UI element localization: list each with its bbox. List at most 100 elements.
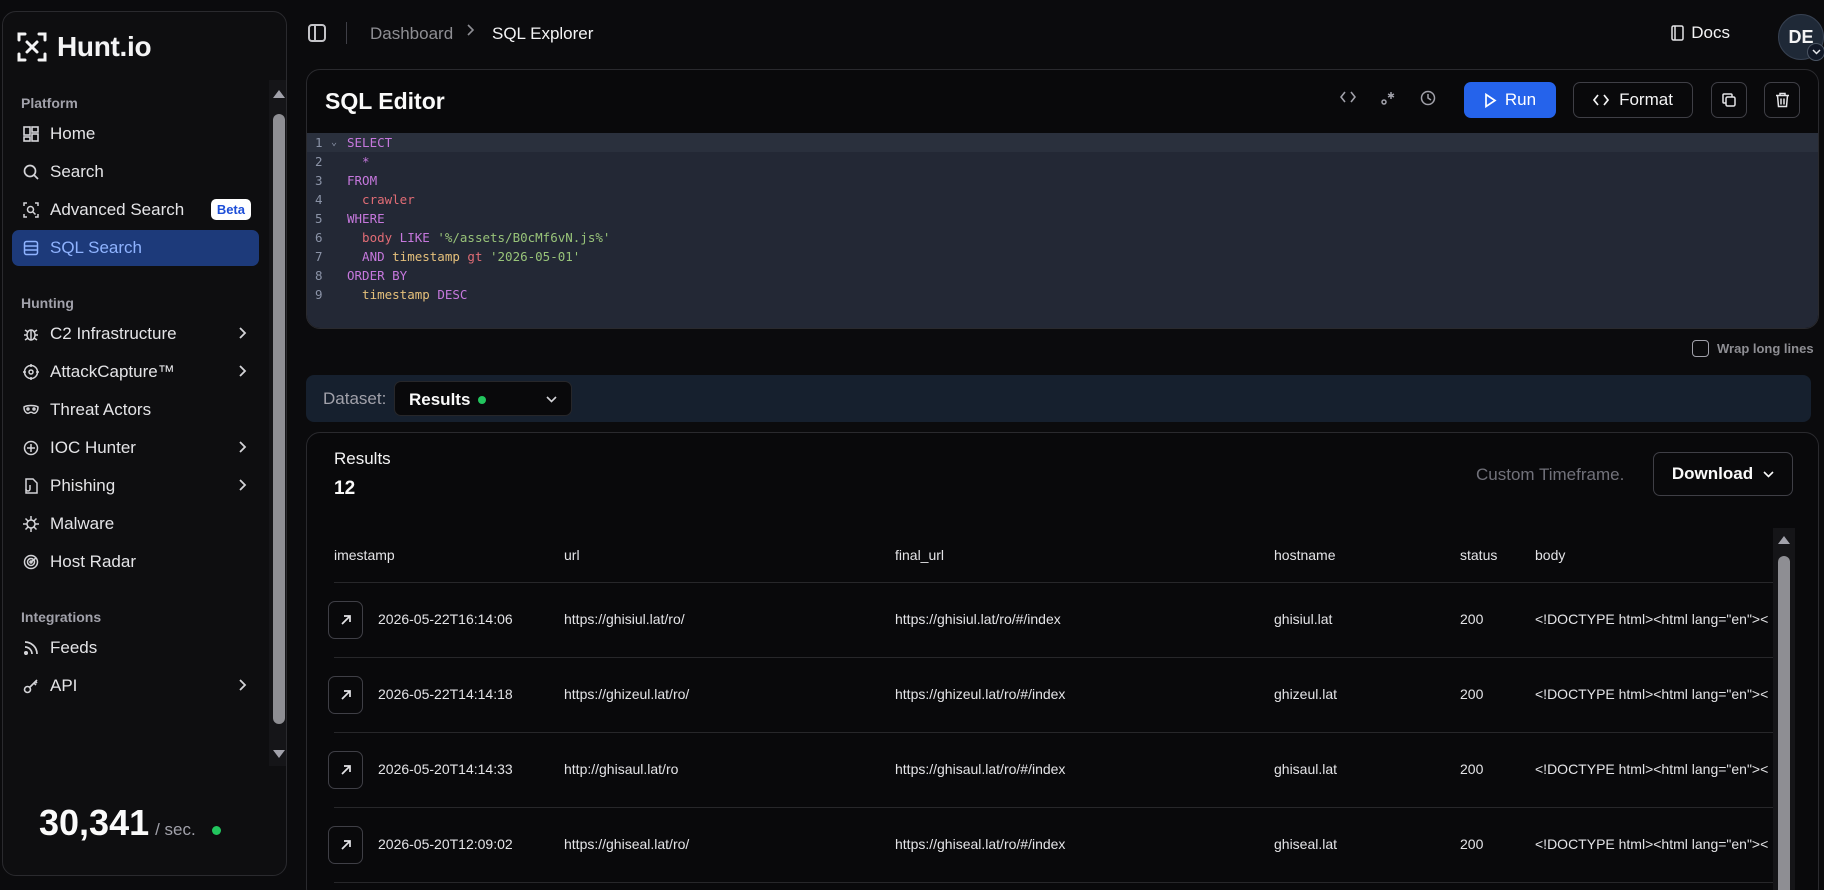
code-line[interactable]: 7 AND timestamp gt '2026-05-01' bbox=[307, 247, 1818, 266]
avatar[interactable]: DE bbox=[1778, 14, 1824, 61]
cell-final-url: https://ghizeul.lat/ro/#/index bbox=[895, 686, 1066, 702]
sidebar-toggle-icon[interactable] bbox=[308, 24, 326, 42]
scroll-up-icon[interactable] bbox=[1778, 536, 1790, 544]
cell-url: https://ghizeul.lat/ro/ bbox=[564, 686, 690, 702]
brand-logo[interactable]: Hunt.io bbox=[15, 30, 152, 64]
cell-final-url: https://ghisaul.lat/ro/#/index bbox=[895, 761, 1066, 777]
results-table: imestamp url final_url hostname status b… bbox=[328, 533, 1774, 883]
brand-name: Hunt.io bbox=[57, 31, 152, 62]
delete-button[interactable] bbox=[1764, 82, 1800, 118]
column-header-url[interactable]: url bbox=[564, 547, 580, 563]
code-line[interactable]: 1 ⌄ SELECT bbox=[307, 133, 1818, 152]
fold-icon[interactable]: ⌄ bbox=[331, 133, 337, 152]
dataset-value: Results bbox=[409, 390, 471, 409]
code-text: SELECT bbox=[347, 133, 392, 152]
sidebar-item-api[interactable]: API bbox=[12, 668, 259, 704]
sidebar-item-host-radar[interactable]: Host Radar bbox=[12, 544, 259, 580]
open-row-button[interactable] bbox=[328, 676, 363, 714]
line-number: 4 bbox=[315, 192, 323, 207]
code-line[interactable]: 9 timestamp DESC bbox=[307, 285, 1818, 304]
sidebar-item-home[interactable]: Home bbox=[12, 116, 259, 152]
sidebar-item-ioc-hunter[interactable]: IOC Hunter bbox=[12, 430, 259, 466]
sidebar-item-threat-actors[interactable]: Threat Actors bbox=[12, 392, 259, 428]
table-row[interactable]: 2026-05-20T14:14:33 http://ghisaul.lat/ro… bbox=[328, 733, 1774, 808]
code-text: WHERE bbox=[347, 209, 385, 228]
cell-body: <!DOCTYPE html><html lang="en">< bbox=[1535, 836, 1769, 852]
sidebar-item-c2-infrastructure[interactable]: C2 Infrastructure bbox=[12, 316, 259, 352]
section-title-hunting: Hunting bbox=[21, 295, 74, 311]
open-row-button[interactable] bbox=[328, 751, 363, 789]
sidebar-item-phishing[interactable]: Phishing bbox=[12, 468, 259, 504]
line-number: 2 bbox=[315, 154, 323, 169]
sql-code-editor[interactable]: 1 ⌄ SELECT 2 * 3 FROM 4 crawler 5 WHERE 6 body LI… bbox=[307, 133, 1818, 328]
history-icon[interactable] bbox=[1417, 90, 1439, 110]
wrap-label: Wrap long lines bbox=[1717, 341, 1814, 356]
column-header-hostname[interactable]: hostname bbox=[1274, 547, 1335, 563]
chevron-down-icon bbox=[1807, 43, 1824, 61]
docs-label: Docs bbox=[1691, 23, 1730, 42]
scroll-down-icon[interactable] bbox=[273, 750, 285, 758]
table-row[interactable]: 2026-05-22T14:14:18 https://ghizeul.lat/r… bbox=[328, 658, 1774, 733]
cell-status: 200 bbox=[1460, 686, 1484, 702]
table-row[interactable]: 2026-05-20T12:09:02 https://ghiseal.lat/r… bbox=[328, 808, 1774, 883]
cell-hostname: ghisaul.lat bbox=[1274, 761, 1338, 777]
table-row[interactable]: 2026-05-22T16:14:06 https://ghisiul.lat/r… bbox=[328, 583, 1774, 658]
code-line[interactable]: 4 crawler bbox=[307, 190, 1818, 209]
sidebar-item-attackcapture[interactable]: AttackCapture™ bbox=[12, 354, 259, 390]
sidebar-item-advanced-search[interactable]: Advanced Search Beta bbox=[12, 192, 259, 228]
code-token: '%/assets/B0cMf6vN.js%' bbox=[437, 230, 611, 245]
column-header-body[interactable]: body bbox=[1535, 547, 1565, 563]
scrollbar-thumb[interactable] bbox=[1778, 556, 1790, 890]
code-token: AND bbox=[347, 249, 393, 264]
wrap-long-lines-toggle[interactable]: Wrap long lines bbox=[1692, 340, 1814, 357]
code-text: ORDER BY bbox=[347, 266, 407, 285]
cell-url: http://ghisaul.lat/ro bbox=[564, 761, 679, 777]
column-header-timestamp[interactable]: imestamp bbox=[334, 547, 395, 563]
sidebar-item-search[interactable]: Search bbox=[12, 154, 259, 190]
divider bbox=[346, 22, 347, 44]
code-token: crawler bbox=[347, 192, 415, 207]
cell-hostname: ghisiul.lat bbox=[1274, 611, 1333, 627]
editor-title: SQL Editor bbox=[325, 88, 445, 114]
chevron-down-icon bbox=[1763, 470, 1774, 478]
hunt-logo-icon bbox=[17, 32, 47, 62]
dashboard-icon bbox=[22, 125, 40, 143]
scrollbar-thumb[interactable] bbox=[273, 114, 285, 724]
scan-search-icon bbox=[22, 201, 40, 219]
regex-icon[interactable] bbox=[1377, 90, 1399, 110]
sidebar-item-sql-search[interactable]: SQL Search bbox=[12, 230, 259, 266]
docs-link[interactable]: Docs bbox=[1670, 23, 1730, 43]
breadcrumb-dashboard[interactable]: Dashboard bbox=[370, 24, 453, 44]
code-line[interactable]: 5 WHERE bbox=[307, 209, 1818, 228]
code-line[interactable]: 3 FROM bbox=[307, 171, 1818, 190]
arrow-up-right-icon bbox=[340, 840, 351, 850]
code-line[interactable]: 6 body LIKE '%/assets/B0cMf6vN.js%' bbox=[307, 228, 1818, 247]
scroll-up-icon[interactable] bbox=[273, 90, 285, 98]
wrap-checkbox[interactable] bbox=[1692, 340, 1709, 357]
run-button[interactable]: Run bbox=[1464, 82, 1556, 118]
sidebar-item-feeds[interactable]: Feeds bbox=[12, 630, 259, 666]
sidebar-item-malware[interactable]: Malware bbox=[12, 506, 259, 542]
sidebar-item-label: Host Radar bbox=[50, 552, 136, 571]
cell-final-url: https://ghisiul.lat/ro/#/index bbox=[895, 611, 1061, 627]
code-line[interactable]: 2 * bbox=[307, 152, 1818, 171]
chevron-right-icon bbox=[237, 325, 247, 345]
sidebar-scrollbar[interactable] bbox=[269, 80, 286, 766]
download-button[interactable]: Download bbox=[1653, 452, 1793, 496]
book-icon bbox=[1671, 25, 1685, 41]
line-number: 9 bbox=[315, 287, 323, 302]
open-row-button[interactable] bbox=[328, 601, 363, 639]
table-scrollbar[interactable] bbox=[1773, 528, 1795, 890]
code-icon[interactable] bbox=[1337, 90, 1359, 108]
dataset-label: Dataset: bbox=[323, 389, 387, 408]
radar-icon bbox=[22, 553, 40, 571]
open-row-button[interactable] bbox=[328, 826, 363, 864]
copy-button[interactable] bbox=[1711, 82, 1747, 118]
topbar: Dashboard SQL Explorer Docs DE bbox=[300, 14, 1824, 61]
column-header-final-url[interactable]: final_url bbox=[895, 547, 944, 563]
format-button[interactable]: Format bbox=[1573, 82, 1693, 118]
code-line[interactable]: 8 ORDER BY bbox=[307, 266, 1818, 285]
dataset-select[interactable]: Results bbox=[394, 381, 572, 416]
column-header-status[interactable]: status bbox=[1460, 547, 1497, 563]
code-token: timestamp bbox=[347, 287, 430, 302]
